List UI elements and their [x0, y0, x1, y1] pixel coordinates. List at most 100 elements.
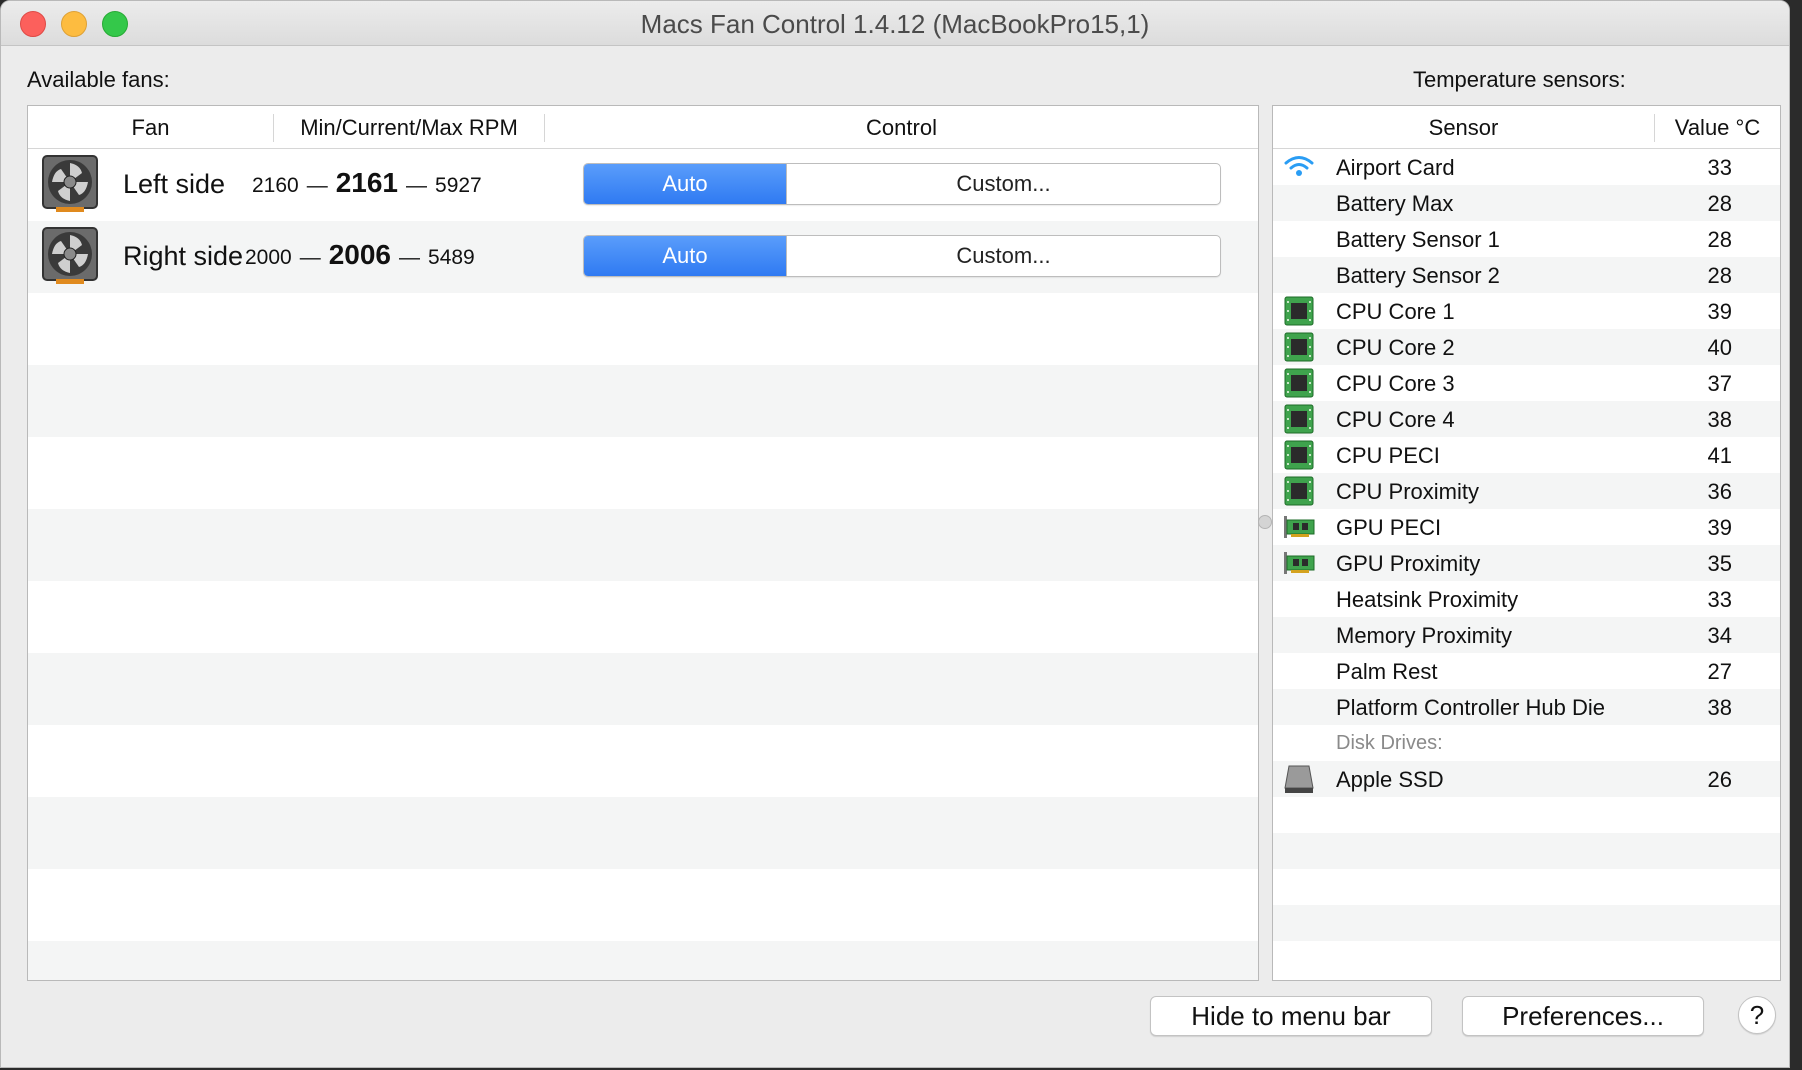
sensor-value: 27	[1707, 659, 1732, 684]
sensor-row[interactable]: Battery Max 28	[1273, 185, 1780, 221]
fan-min-rpm: 2160	[252, 174, 299, 197]
custom-button[interactable]: Custom...	[786, 164, 1220, 204]
sensor-name: Airport Card	[1336, 155, 1455, 180]
fan-min-rpm: 2000	[245, 246, 292, 269]
fan-icon	[42, 155, 98, 212]
sensor-value: 33	[1707, 155, 1732, 180]
sensor-row[interactable]: GPU PECI 39	[1273, 509, 1780, 545]
sensor-name: Memory Proximity	[1336, 623, 1513, 648]
sensor-value: 40	[1707, 335, 1732, 360]
fan-name: Left side	[123, 169, 226, 199]
split-view-divider-handle[interactable]	[1258, 515, 1272, 529]
auto-button[interactable]: Auto	[584, 164, 786, 204]
cpu-chip-icon	[1283, 332, 1315, 362]
window-title: Macs Fan Control 1.4.12 (MacBookPro15,1)	[640, 9, 1150, 39]
custom-button[interactable]: Custom...	[786, 236, 1220, 276]
wifi-icon	[1283, 152, 1315, 182]
table-row-background	[1273, 905, 1780, 941]
table-row-background	[28, 365, 1258, 437]
fan-name: Right side	[123, 241, 244, 271]
table-row-background	[28, 653, 1258, 725]
ssd-drive-icon	[1283, 764, 1315, 794]
sensor-name: CPU Proximity	[1336, 479, 1480, 504]
sensor-row[interactable]: CPU Proximity 36	[1273, 473, 1780, 509]
column-header-control[interactable]: Control	[545, 115, 1258, 141]
hide-to-menu-bar-button[interactable]: Hide to menu bar	[1150, 996, 1432, 1036]
sensor-value: 39	[1707, 299, 1732, 324]
rpm-separator: —	[406, 174, 428, 197]
table-row-background	[28, 509, 1258, 581]
sensor-row[interactable]: CPU Core 3 37	[1273, 365, 1780, 401]
sensor-row[interactable]: Palm Rest 27	[1273, 653, 1780, 689]
column-header-rpm[interactable]: Min/Current/Max RPM	[274, 115, 544, 141]
sensor-name: Battery Sensor 2	[1336, 263, 1500, 288]
table-row-background	[1273, 833, 1780, 869]
sensor-value: 38	[1707, 695, 1732, 720]
sensor-row[interactable]: Apple SSD 26	[1273, 761, 1780, 797]
fan-rpm-readout: 2000 — 2006 — 5489	[245, 239, 475, 271]
table-row-background	[1273, 797, 1780, 833]
sensor-row[interactable]: CPU Core 1 39	[1273, 293, 1780, 329]
sensor-value: 36	[1707, 479, 1732, 504]
sensor-row[interactable]: Battery Sensor 1 28	[1273, 221, 1780, 257]
fan-max-rpm: 5927	[435, 174, 482, 197]
sensor-name: CPU PECI	[1336, 443, 1440, 468]
sensor-value: 28	[1707, 191, 1732, 216]
sensor-row[interactable]: Platform Controller Hub Die 38	[1273, 689, 1780, 725]
fan-rpm-readout: 2160 — 2161 — 5927	[252, 167, 482, 199]
sensor-row[interactable]: CPU Core 2 40	[1273, 329, 1780, 365]
sensor-value: 28	[1707, 227, 1732, 252]
table-row-background	[1273, 941, 1780, 977]
sensor-name: CPU Core 3	[1336, 371, 1455, 396]
available-fans-label: Available fans:	[27, 67, 170, 92]
column-header-fan[interactable]: Fan	[28, 115, 273, 141]
sensor-name: Battery Sensor 1	[1336, 227, 1500, 252]
cpu-chip-icon	[1283, 404, 1315, 434]
fans-table: Fan Min/Current/Max RPM Control Left sid…	[27, 105, 1259, 981]
sensor-row[interactable]: GPU Proximity 35	[1273, 545, 1780, 581]
sensor-value: 26	[1707, 767, 1732, 792]
sensor-value: 38	[1707, 407, 1732, 432]
sensors-table-body: Airport Card 33 Battery Max 28 Battery Senso…	[1273, 149, 1780, 980]
rpm-separator: —	[306, 174, 328, 197]
table-row-background	[28, 293, 1258, 365]
table-row-background	[28, 797, 1258, 869]
sensor-name: CPU Core 2	[1336, 335, 1455, 360]
sensor-name: GPU Proximity	[1336, 551, 1481, 576]
sensor-value: 41	[1707, 443, 1732, 468]
app-window: Macs Fan Control 1.4.12 (MacBookPro15,1)…	[0, 0, 1790, 1068]
temperature-sensors-label: Temperature sensors:	[1413, 67, 1626, 92]
title-bar[interactable]: Macs Fan Control 1.4.12 (MacBookPro15,1)	[1, 1, 1789, 46]
preferences-button[interactable]: Preferences...	[1462, 996, 1704, 1036]
column-header-sensor[interactable]: Sensor	[1273, 115, 1654, 141]
sensor-value: 39	[1707, 515, 1732, 540]
sensor-row[interactable]: Heatsink Proximity 33	[1273, 581, 1780, 617]
table-row-background	[28, 725, 1258, 797]
cpu-chip-icon	[1283, 368, 1315, 398]
fan-row-right-side[interactable]: Right side 2000 — 2006 — 5489 Auto Custom...	[28, 221, 1258, 293]
fans-table-body: Left side 2160 — 2161 — 5927 Auto Custom...	[28, 149, 1258, 980]
table-row-background	[28, 941, 1258, 980]
sensor-value: 34	[1707, 623, 1732, 648]
sensor-name: Apple SSD	[1336, 767, 1444, 792]
fan-row-left-side[interactable]: Left side 2160 — 2161 — 5927 Auto Custom...	[28, 149, 1258, 221]
help-button[interactable]: ?	[1738, 996, 1776, 1034]
sensor-name: Palm Rest	[1336, 659, 1438, 684]
sensor-row[interactable]: Airport Card 33	[1273, 149, 1780, 185]
rpm-separator: —	[399, 246, 421, 269]
fan-max-rpm: 5489	[428, 246, 475, 269]
cpu-chip-icon	[1283, 296, 1315, 326]
sensor-row[interactable]: Memory Proximity 34	[1273, 617, 1780, 653]
gpu-card-icon	[1283, 548, 1315, 578]
column-header-value[interactable]: Value °C	[1655, 115, 1780, 141]
sensors-table-header: Sensor Value °C	[1273, 106, 1780, 149]
sensor-row[interactable]: Battery Sensor 2 28	[1273, 257, 1780, 293]
fan-icon	[42, 227, 98, 284]
fan-current-rpm: 2161	[335, 167, 399, 198]
rpm-separator: —	[299, 246, 321, 269]
sensor-row[interactable]: CPU Core 4 38	[1273, 401, 1780, 437]
sensor-name: Platform Controller Hub Die	[1336, 695, 1605, 720]
sensor-row[interactable]: CPU PECI 41	[1273, 437, 1780, 473]
sensor-value: 28	[1707, 263, 1732, 288]
auto-button[interactable]: Auto	[584, 236, 786, 276]
